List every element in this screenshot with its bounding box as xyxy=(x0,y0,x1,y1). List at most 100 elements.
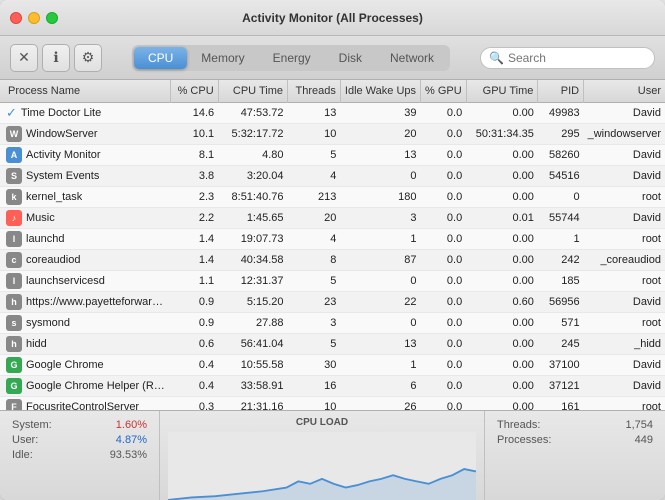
search-box[interactable]: 🔍 xyxy=(480,47,655,69)
pid-cell: 242 xyxy=(538,250,584,271)
table-row[interactable]: hhidd0.656:41.045130.00.00245_hidd xyxy=(0,334,665,355)
col-header-user[interactable]: User xyxy=(584,80,665,103)
process-icon: s xyxy=(6,315,22,331)
gpu-cell: 0.0 xyxy=(421,187,467,208)
table-row[interactable]: WWindowServer10.15:32:17.7210200.050:31:… xyxy=(0,124,665,145)
gpu-cell: 0.0 xyxy=(421,124,467,145)
info-button[interactable]: ℹ xyxy=(42,44,70,72)
pid-cell: 56956 xyxy=(538,292,584,313)
gpu-cell: 0.0 xyxy=(421,355,467,376)
gputime-cell: 0.00 xyxy=(466,229,538,250)
gputime-cell: 0.00 xyxy=(466,334,538,355)
tab-memory[interactable]: Memory xyxy=(187,47,258,69)
idle-cell: 6 xyxy=(340,376,420,397)
cpu-cell: 1.4 xyxy=(170,250,218,271)
table-row[interactable]: llaunchservicesd1.112:31.37500.00.00185r… xyxy=(0,271,665,292)
toolbar-icons: ✕ ℹ ⚙ xyxy=(10,44,102,72)
process-icon: A xyxy=(6,147,22,163)
pid-cell: 571 xyxy=(538,313,584,334)
threads-cell: 30 xyxy=(288,355,341,376)
table-row[interactable]: hhttps://www.payetteforward...0.95:15.20… xyxy=(0,292,665,313)
threads-cell: 3 xyxy=(288,313,341,334)
tab-network[interactable]: Network xyxy=(376,47,448,69)
maximize-button[interactable] xyxy=(46,12,58,24)
gpu-cell: 0.0 xyxy=(421,376,467,397)
close-button[interactable] xyxy=(10,12,22,24)
table-row[interactable]: SSystem Events3.83:20.04400.00.0054516Da… xyxy=(0,166,665,187)
gputime-cell: 0.00 xyxy=(466,103,538,124)
cpu-cell: 1.1 xyxy=(170,271,218,292)
process-icon: l xyxy=(6,231,22,247)
cputime-cell: 56:41.04 xyxy=(218,334,287,355)
threads-stat-row: Threads: 1,754 xyxy=(497,419,653,431)
process-name-text: launchd xyxy=(26,233,65,245)
process-icon: S xyxy=(6,168,22,184)
search-input[interactable] xyxy=(508,51,646,65)
table-row[interactable]: AActivity Monitor8.14.805130.00.0058260D… xyxy=(0,145,665,166)
processes-value: 449 xyxy=(635,434,653,446)
cpu-chart-area xyxy=(168,432,476,500)
col-header-gpu[interactable]: % GPU xyxy=(421,80,467,103)
gpu-cell: 0.0 xyxy=(421,166,467,187)
traffic-lights xyxy=(10,12,58,24)
idle-label: Idle: xyxy=(12,449,33,461)
idle-cell: 22 xyxy=(340,292,420,313)
gputime-cell: 0.00 xyxy=(466,313,538,334)
gputime-cell: 0.60 xyxy=(466,292,538,313)
cpu-cell: 0.6 xyxy=(170,334,218,355)
col-header-name[interactable]: Process Name xyxy=(0,80,170,103)
table-row[interactable]: ccoreaudiod1.440:34.588870.00.00242_core… xyxy=(0,250,665,271)
cpu-cell: 0.4 xyxy=(170,376,218,397)
tab-cpu[interactable]: CPU xyxy=(134,47,187,69)
table-row[interactable]: GGoogle Chrome0.410:55.583010.00.0037100… xyxy=(0,355,665,376)
process-name-cell: ✓Time Doctor Lite xyxy=(0,103,170,123)
table-row[interactable]: llaunchd1.419:07.73410.00.001root xyxy=(0,229,665,250)
table-row[interactable]: GGoogle Chrome Helper (Re...0.433:58.911… xyxy=(0,376,665,397)
cpu-cell: 14.6 xyxy=(170,103,218,124)
minimize-button[interactable] xyxy=(28,12,40,24)
user-cell: David xyxy=(584,145,665,166)
table-row[interactable]: ♪Music2.21:45.652030.00.0155744David xyxy=(0,208,665,229)
pid-cell: 37121 xyxy=(538,376,584,397)
col-header-cputime[interactable]: CPU Time xyxy=(218,80,287,103)
cpu-cell: 0.3 xyxy=(170,397,218,411)
gpu-cell: 0.0 xyxy=(421,271,467,292)
pid-cell: 1 xyxy=(538,229,584,250)
cpu-cell: 3.8 xyxy=(170,166,218,187)
cpu-cell: 8.1 xyxy=(170,145,218,166)
threads-label: Threads: xyxy=(497,419,540,431)
process-name-text: Google Chrome xyxy=(26,359,104,371)
user-cell: David xyxy=(584,376,665,397)
process-name-cell: SSystem Events xyxy=(0,166,170,186)
table-row[interactable]: FFocusriteControlServer0.321:31.1610260.… xyxy=(0,397,665,411)
col-header-idle[interactable]: Idle Wake Ups xyxy=(340,80,420,103)
cpu-cell: 0.9 xyxy=(170,292,218,313)
process-table-container[interactable]: Process Name % CPU CPU Time Threads Idle… xyxy=(0,80,665,410)
pid-cell: 37100 xyxy=(538,355,584,376)
tab-group: CPU Memory Energy Disk Network xyxy=(132,45,450,71)
table-row[interactable]: kkernel_task2.38:51:40.762131800.00.000r… xyxy=(0,187,665,208)
gpu-cell: 0.0 xyxy=(421,334,467,355)
idle-cell: 39 xyxy=(340,103,420,124)
col-header-threads[interactable]: Threads xyxy=(288,80,341,103)
col-header-cpu[interactable]: % CPU xyxy=(170,80,218,103)
user-cell: _coreaudiod xyxy=(584,250,665,271)
cpu-cell: 0.9 xyxy=(170,313,218,334)
gputime-cell: 0.00 xyxy=(466,145,538,166)
gpu-cell: 0.0 xyxy=(421,292,467,313)
process-name-text: FocusriteControlServer xyxy=(26,401,139,410)
table-row[interactable]: ✓Time Doctor Lite14.647:53.7213390.00.00… xyxy=(0,103,665,124)
table-header-row: Process Name % CPU CPU Time Threads Idle… xyxy=(0,80,665,103)
idle-cell: 0 xyxy=(340,166,420,187)
tab-energy[interactable]: Energy xyxy=(259,47,325,69)
col-header-pid[interactable]: PID xyxy=(538,80,584,103)
gputime-cell: 0.00 xyxy=(466,355,538,376)
col-header-gputime[interactable]: GPU Time xyxy=(466,80,538,103)
table-row[interactable]: ssysmond0.927.88300.00.00571root xyxy=(0,313,665,334)
idle-cell: 0 xyxy=(340,313,420,334)
gpu-cell: 0.0 xyxy=(421,208,467,229)
stop-button[interactable]: ✕ xyxy=(10,44,38,72)
tab-disk[interactable]: Disk xyxy=(325,47,376,69)
gear-button[interactable]: ⚙ xyxy=(74,44,102,72)
process-icon: F xyxy=(6,399,22,410)
